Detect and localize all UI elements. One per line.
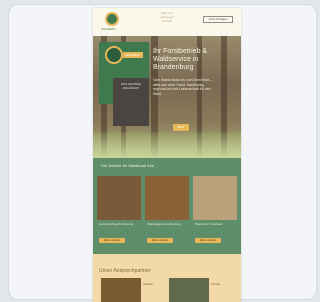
service-button[interactable]: Mehr erfahren <box>147 238 173 243</box>
logo-text: WALDBAU <box>101 27 116 31</box>
service-caption: Brennholz & Verkauf <box>195 222 223 226</box>
team-caption: Inhaber <box>143 282 154 286</box>
hero-title: Ihr Forstbetrieb & Waldservice in Brande… <box>153 48 208 71</box>
team-photo <box>169 278 209 302</box>
team-photo <box>101 278 141 302</box>
badge-tag: WALDBAU <box>123 52 143 58</box>
event-poster: DAS GROSSE WALDFEST <box>113 78 149 126</box>
poster-text: DAS GROSSE WALDFEST <box>121 82 141 90</box>
service-caption: Holzeinschlag & Rückung <box>99 222 134 226</box>
service-image <box>145 176 189 220</box>
hero-badge: WALDBAU DAS GROSSE WALDFEST <box>99 42 149 126</box>
hero-cta-button[interactable]: Mehr <box>173 124 189 131</box>
nav-menu: Über uns Leistungen Kontakt <box>149 11 185 23</box>
services-title: Die Vorteile Ihr Waldbund Ihre <box>101 163 155 168</box>
service-image <box>193 176 237 220</box>
header-contact-button[interactable]: Jetzt Anfragen <box>203 16 233 23</box>
team-caption: Förster <box>211 282 221 286</box>
nav-item[interactable]: Kontakt <box>149 19 185 23</box>
team-section: Unser Ansprechpartner Inhaber Förster <box>93 254 241 302</box>
service-image <box>97 176 141 220</box>
hero-text: Vom Waldumbau bis zum Brennholz – alles … <box>153 78 213 96</box>
site-header: WALDBAU Über uns Leistungen Kontakt Jetz… <box>93 8 241 36</box>
service-caption: Waldpflege & Aufforstung <box>147 222 181 226</box>
team-title: Unser Ansprechpartner <box>99 268 151 274</box>
service-button[interactable]: Mehr erfahren <box>195 238 221 243</box>
service-button[interactable]: Mehr erfahren <box>99 238 125 243</box>
hero-section: WALDBAU DAS GROSSE WALDFEST Ihr Forstbet… <box>93 36 241 158</box>
badge-logo-icon <box>105 46 123 64</box>
website-preview[interactable]: WALDBAU Über uns Leistungen Kontakt Jetz… <box>93 8 241 302</box>
grass <box>93 132 241 158</box>
services-section: Die Vorteile Ihr Waldbund Ihre Holzeinsc… <box>93 158 241 254</box>
logo-icon[interactable] <box>105 12 119 26</box>
